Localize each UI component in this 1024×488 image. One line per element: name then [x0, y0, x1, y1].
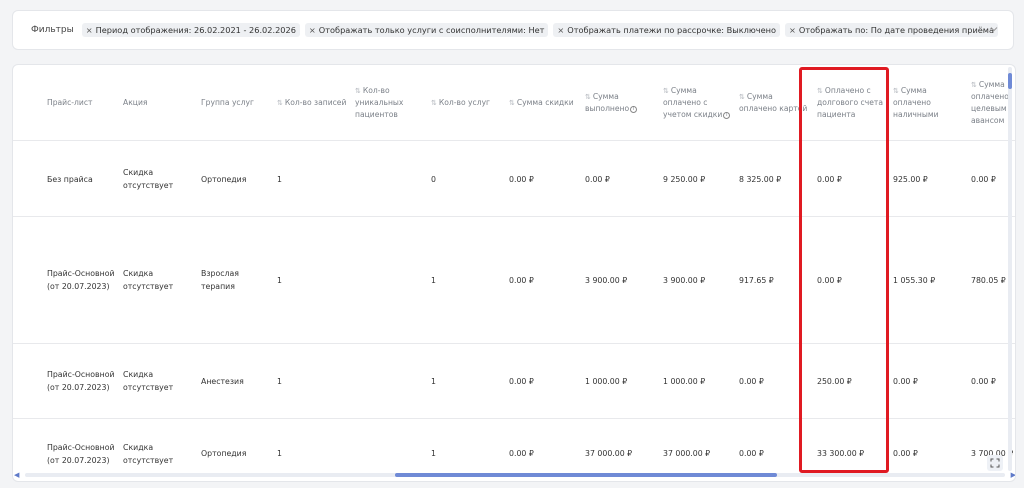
column-header-label: Сумма оплачено наличными — [893, 86, 939, 119]
cell-appointments-count: 1 — [277, 376, 282, 386]
column-header-label: Кол-во записей — [284, 98, 347, 107]
column-header-discount-sum[interactable]: ⇅ Сумма скидки — [509, 65, 583, 141]
filter-chip-period[interactable]: × Период отображения: 26.02.2021 - 26.02.… — [81, 23, 300, 37]
filters-bar[interactable]: Фильтры × Период отображения: 26.02.2021 … — [12, 10, 1014, 50]
column-header-label: Кол-во услуг — [438, 98, 491, 107]
sort-icon[interactable]: ⇅ — [893, 87, 899, 95]
sort-icon[interactable]: ⇅ — [585, 93, 591, 101]
cell-unique-patients-count — [355, 142, 429, 216]
cell-paid-cash-sum: 1 055.30 ₽ — [893, 275, 936, 285]
cell-appointments-count: 1 — [277, 174, 282, 184]
column-header-label: Сумма оплачено картой — [739, 92, 808, 113]
cell-unique-patients-count — [355, 217, 429, 343]
cell-price-list: Прайс-Основной (от 20.07.2023) — [47, 370, 115, 392]
column-header-promotion: Акция — [123, 65, 199, 141]
cell-paid-from-debt-account: 250.00 ₽ — [817, 376, 852, 386]
cell-completed-sum: 0.00 ₽ — [585, 174, 610, 184]
sort-icon[interactable]: ⇅ — [817, 87, 823, 95]
scrollbar-thumb[interactable] — [395, 473, 777, 477]
cell-completed-sum: 1 000.00 ₽ — [585, 376, 628, 386]
scrollbar-thumb[interactable] — [1008, 73, 1012, 89]
close-icon[interactable]: × — [557, 25, 564, 35]
scroll-right-icon[interactable]: ▶ — [1011, 471, 1015, 479]
table-row: Прайс-Основной (от 20.07.2023) Скидка отс… — [13, 217, 1015, 344]
chevron-down-icon[interactable] — [989, 24, 999, 34]
column-header-appointments-count[interactable]: ⇅ Кол-во записей — [277, 65, 353, 141]
sort-icon[interactable]: ⇅ — [509, 99, 515, 107]
sort-icon[interactable]: ⇅ — [663, 87, 669, 95]
cell-paid-cash-sum: 925.00 ₽ — [893, 174, 928, 184]
filters-label: Фильтры — [31, 25, 74, 35]
cell-completed-sum: 3 900.00 ₽ — [585, 275, 628, 285]
filter-chip-coexecutors[interactable]: × Отображать только услуги с соисполнител… — [304, 23, 549, 37]
column-header-service-group: Группа услуг — [201, 65, 275, 141]
cell-paid-by-card-sum: 8 325.00 ₽ — [739, 174, 782, 184]
column-header-label: Сумма скидки — [516, 98, 574, 107]
cell-unique-patients-count — [355, 344, 429, 418]
column-header-label: Прайс-лист — [47, 98, 93, 107]
info-icon[interactable]: i — [723, 111, 731, 119]
cell-price-list: Без прайса — [47, 174, 93, 184]
column-header-label: Акция — [123, 98, 148, 107]
expand-icon — [990, 458, 1000, 468]
cell-service-group: Анестезия — [201, 376, 244, 386]
column-header-label: Кол-во уникальных пациентов — [355, 86, 404, 119]
cell-paid-with-discount-sum: 3 900.00 ₽ — [663, 275, 706, 285]
cell-service-group: Ортопедия — [201, 174, 247, 184]
sort-icon[interactable]: ⇅ — [431, 99, 437, 107]
vertical-scrollbar[interactable] — [1007, 67, 1013, 471]
column-header-paid-cash-sum[interactable]: ⇅ Сумма оплачено наличными — [893, 65, 969, 141]
close-icon[interactable]: × — [789, 25, 796, 35]
cell-promotion: Скидка отсутствует — [123, 269, 174, 291]
table-header: Прайс-лист Акция Группа услуг ⇅ Кол-во запис… — [13, 65, 1015, 141]
column-header-label: Сумма выполнено — [585, 92, 630, 113]
table-row: Прайс-Основной (от 20.07.2023) Скидка отс… — [13, 344, 1015, 419]
cell-paid-cash-sum: 0.00 ₽ — [893, 376, 918, 386]
table-row: Без прайса Скидка отсутствует Ортопедия 1 0 0… — [13, 142, 1015, 217]
report-table-panel: Прайс-лист Акция Группа услуг ⇅ Кол-во запис… — [12, 64, 1016, 482]
column-header-paid-by-card-sum[interactable]: ⇅ Сумма оплачено картой — [739, 65, 815, 141]
column-header-completed-sum[interactable]: ⇅ Сумма выполнено i — [585, 65, 661, 141]
cell-promotion: Скидка отсутствует — [123, 370, 174, 392]
close-icon[interactable]: × — [86, 25, 93, 35]
sort-icon[interactable]: ⇅ — [355, 87, 361, 95]
cell-services-count: 0 — [431, 174, 436, 184]
scroll-left-icon[interactable]: ◀ — [14, 471, 19, 479]
info-icon[interactable]: i — [630, 105, 638, 113]
cell-service-group: Взрослая терапия — [201, 269, 239, 291]
cell-services-count: 1 — [431, 376, 436, 386]
cell-discount-sum: 0.00 ₽ — [509, 174, 534, 184]
column-header-services-count[interactable]: ⇅ Кол-во услуг — [431, 65, 507, 141]
scrollbar-track[interactable] — [1008, 67, 1012, 471]
column-header-paid-with-discount-sum[interactable]: ⇅ Сумма оплачено с учетом скидки i — [663, 65, 737, 141]
close-icon[interactable]: × — [309, 25, 316, 35]
cell-discount-sum: 0.00 ₽ — [509, 275, 534, 285]
cell-paid-by-card-sum: 0.00 ₽ — [739, 376, 764, 386]
column-header-label: Оплачено с долгового счета пациента — [817, 86, 883, 119]
cell-paid-from-debt-account: 0.00 ₽ — [817, 174, 842, 184]
column-header-label: Сумма оплачено с учетом скидки — [663, 86, 723, 119]
fullscreen-button[interactable] — [987, 455, 1003, 471]
cell-price-list: Прайс-Основной (от 20.07.2023) — [47, 269, 115, 291]
cell-paid-with-discount-sum: 1 000.00 ₽ — [663, 376, 706, 386]
filter-chip-installments[interactable]: × Отображать платежи по рассрочке: Выключ… — [553, 23, 781, 37]
cell-services-count: 1 — [431, 275, 436, 285]
sort-icon[interactable]: ⇅ — [971, 81, 977, 89]
column-header-label: Группа услуг — [201, 98, 254, 107]
sort-icon[interactable]: ⇅ — [739, 93, 745, 101]
cell-discount-sum: 0.00 ₽ — [509, 376, 534, 386]
column-header-paid-from-debt-account[interactable]: ⇅ Оплачено с долгового счета пациента — [817, 65, 891, 141]
column-header-price-list: Прайс-лист — [47, 65, 121, 141]
horizontal-scrollbar[interactable]: ◀ ▶ — [13, 471, 1015, 479]
filter-chip-display-by[interactable]: × Отображать по: По дате проведения приём… — [785, 23, 999, 37]
cell-promotion: Скидка отсутствует — [123, 168, 174, 190]
sort-icon[interactable]: ⇅ — [277, 99, 283, 107]
column-header-unique-patients-count[interactable]: ⇅ Кол-во уникальных пациентов — [355, 65, 429, 141]
cell-paid-with-discount-sum: 9 250.00 ₽ — [663, 174, 706, 184]
cell-paid-by-card-sum: 917.65 ₽ — [739, 275, 774, 285]
cell-appointments-count: 1 — [277, 275, 282, 285]
cell-paid-from-debt-account: 0.00 ₽ — [817, 275, 842, 285]
